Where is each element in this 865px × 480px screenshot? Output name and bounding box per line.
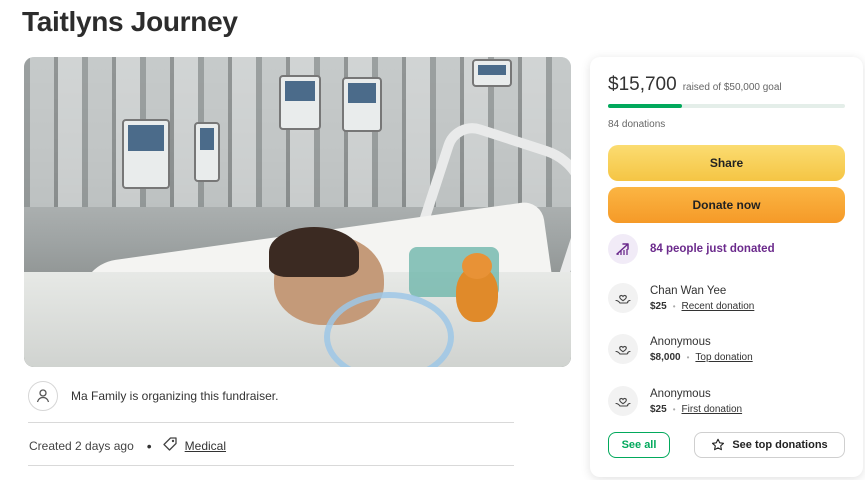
heart-hands-icon	[608, 283, 638, 313]
donation-count: 84 donations	[608, 119, 666, 130]
tag-icon	[162, 436, 178, 455]
hero-image	[24, 57, 571, 367]
fundraiser-meta: Created 2 days ago • Medical	[29, 436, 226, 455]
heart-hands-icon	[608, 386, 638, 416]
raised-amount: $15,700	[608, 74, 677, 95]
user-icon	[28, 381, 58, 411]
donor-name: Anonymous	[650, 335, 711, 348]
star-icon	[712, 438, 725, 451]
donor-separator: •	[686, 352, 690, 362]
divider	[28, 422, 514, 423]
created-date: Created 2 days ago	[29, 438, 134, 453]
heart-hands-icon	[608, 334, 638, 364]
donor-name: Chan Wan Yee	[650, 284, 727, 297]
donor-amount: $8,000	[650, 351, 681, 363]
see-all-button[interactable]: See all	[608, 432, 670, 458]
donor-separator: •	[672, 404, 676, 414]
donor-separator: •	[672, 301, 676, 311]
donor-amount: $25	[650, 300, 667, 312]
progress-fill	[608, 104, 683, 108]
donor-item: Anonymous $8,000 • Top donation	[608, 334, 753, 364]
donor-name: Anonymous	[650, 387, 711, 400]
trending-text: 84 people just donated	[650, 243, 775, 255]
donation-type-link[interactable]: Recent donation	[682, 301, 755, 312]
donor-item: Chan Wan Yee $25 • Recent donation	[608, 283, 754, 313]
donate-now-button[interactable]: Donate now	[608, 187, 845, 223]
see-top-donations-button[interactable]: See top donations	[694, 432, 845, 458]
divider	[28, 465, 514, 466]
donation-type-link[interactable]: Top donation	[695, 352, 752, 363]
trending-up-icon	[608, 234, 638, 264]
progress-bar	[608, 104, 845, 108]
donor-item: Anonymous $25 • First donation	[608, 386, 742, 416]
organizer-row: Ma Family is organizing this fundraiser.	[28, 381, 278, 411]
meta-separator: •	[146, 437, 152, 454]
category-link[interactable]: Medical	[185, 439, 226, 453]
donation-card: $15,700 raised of $50,000 goal 84 donati…	[590, 57, 863, 477]
see-top-donations-label: See top donations	[732, 439, 828, 451]
organizer-text: Ma Family is organizing this fundraiser.	[71, 389, 279, 403]
raised-summary: $15,700 raised of $50,000 goal	[608, 74, 782, 96]
goal-text: raised of $50,000 goal	[682, 82, 782, 93]
page-title: Taitlyns Journey	[22, 6, 238, 37]
trending-row: 84 people just donated	[608, 234, 775, 264]
donation-type-link[interactable]: First donation	[682, 404, 743, 415]
share-button[interactable]: Share	[608, 145, 845, 181]
donor-amount: $25	[650, 403, 667, 415]
